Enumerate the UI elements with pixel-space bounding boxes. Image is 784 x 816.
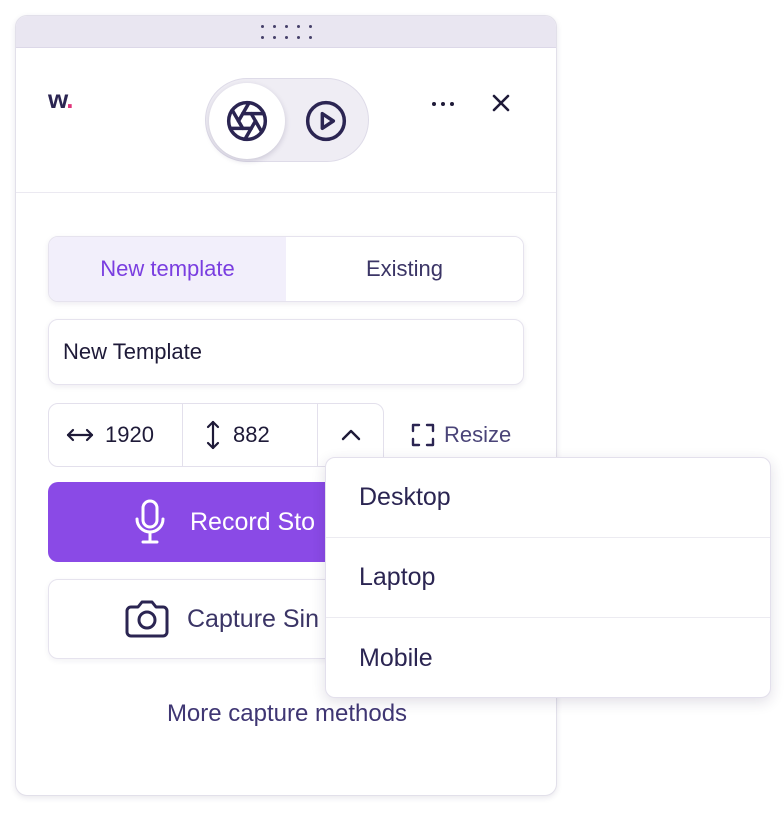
dropdown-item-laptop[interactable]: Laptop	[326, 538, 770, 618]
resize-button[interactable]: Resize	[410, 418, 511, 452]
aperture-icon	[226, 100, 268, 142]
capture-button-label: Capture Sin	[187, 604, 320, 633]
close-button[interactable]	[488, 90, 514, 116]
more-capture-methods-link[interactable]: More capture methods	[16, 700, 556, 728]
height-field[interactable]: 882	[183, 404, 318, 466]
close-icon	[492, 94, 510, 112]
expand-corners-icon	[411, 423, 435, 447]
dropdown-item-desktop[interactable]: Desktop	[326, 458, 770, 538]
tab-new-template[interactable]: New template	[49, 237, 286, 301]
horizontal-arrows-icon	[66, 428, 94, 442]
drag-bar[interactable]	[16, 16, 556, 48]
camera-icon	[125, 600, 169, 638]
tab-existing[interactable]: Existing	[286, 237, 523, 301]
height-value: 882	[233, 422, 270, 447]
play-circle-icon	[305, 100, 347, 142]
capture-mode-toggle	[205, 78, 369, 162]
chevron-up-icon	[341, 429, 360, 441]
template-tabs: New template Existing	[48, 236, 524, 302]
device-dropdown-menu: Desktop Laptop Mobile	[325, 457, 771, 698]
more-options-button[interactable]	[428, 92, 460, 116]
width-value: 1920	[105, 422, 154, 447]
resize-label: Resize	[444, 422, 512, 447]
vertical-arrows-icon	[206, 420, 220, 450]
microphone-icon	[135, 499, 165, 544]
record-button-label: Record Sto	[190, 507, 316, 536]
app-logo: w.	[48, 84, 74, 114]
header-divider	[16, 192, 556, 193]
video-mode-button[interactable]	[288, 83, 364, 159]
width-field[interactable]: 1920	[49, 404, 183, 466]
screenshot-mode-button[interactable]	[209, 83, 285, 159]
dropdown-item-mobile[interactable]: Mobile	[326, 618, 770, 697]
drag-handle-icon[interactable]	[260, 23, 316, 43]
template-name-input[interactable]	[48, 319, 524, 385]
